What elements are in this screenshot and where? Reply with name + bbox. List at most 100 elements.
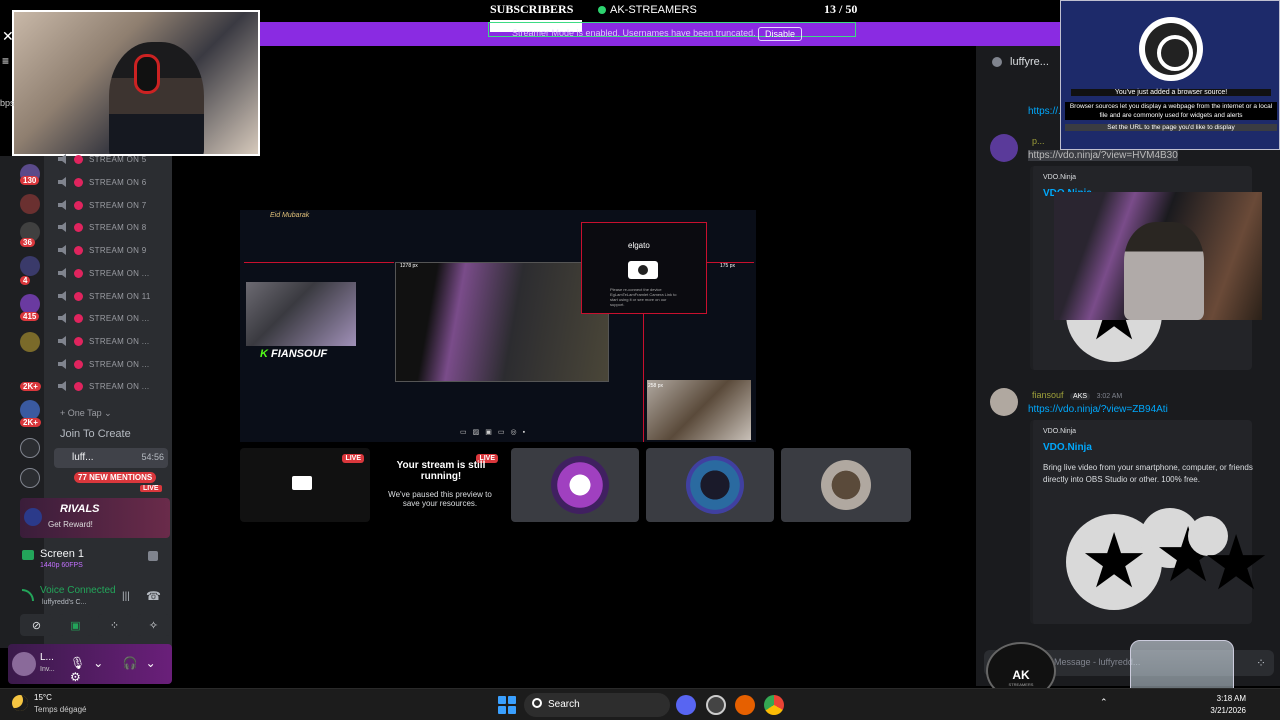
- embed-site: VDO.Ninja: [1043, 428, 1077, 435]
- voice-channel-name: luff...: [72, 452, 94, 463]
- elgato-desc: Please re-connect the device EgLamTeLamF…: [610, 287, 677, 307]
- bitrate-label: bps: [0, 98, 15, 108]
- close-icon[interactable]: ✕: [2, 28, 14, 45]
- preview-toolbar[interactable]: ▭▨▣▭◎▪: [460, 428, 531, 436]
- message-link[interactable]: https://vdo.ninja/?view=HVM4B30: [1028, 150, 1178, 161]
- channel-label: STREAM ON 5: [89, 154, 147, 164]
- voice-channel-item[interactable]: STREAM ON 6: [58, 173, 147, 191]
- popup-desc: Browser sources let you display a webpag…: [1065, 102, 1277, 120]
- channel-join-to-create[interactable]: Join To Create: [60, 428, 131, 440]
- webcam-source-c[interactable]: [647, 380, 751, 440]
- live-badge: LIVE: [140, 485, 162, 492]
- author-name[interactable]: p...: [1032, 136, 1045, 146]
- server-icon[interactable]: [20, 332, 40, 352]
- voice-channel-item[interactable]: STREAM ON ...: [58, 332, 149, 350]
- firefox-icon[interactable]: [735, 695, 755, 715]
- promo-reward: Get Reward!: [48, 520, 93, 529]
- discord-icon[interactable]: [676, 695, 696, 715]
- rivals-promo[interactable]: RIVALS Get Reward!: [20, 498, 170, 538]
- voice-channel-item[interactable]: STREAM ON 9: [58, 241, 147, 259]
- weather-widget[interactable]: 15°C Temps dégagé: [12, 693, 132, 717]
- screen-share-button[interactable]: ▣: [59, 614, 92, 636]
- clock-time: 3:18 AM: [1216, 694, 1246, 703]
- webcam-source-b[interactable]: [395, 262, 609, 382]
- embed-title[interactable]: VDO.Ninja: [1043, 442, 1092, 453]
- avatar: [821, 460, 871, 510]
- paused-preview-tile[interactable]: LIVE Your stream is still running! We've…: [376, 448, 504, 522]
- screen-share-quality: 1440p 60FPS: [40, 562, 83, 569]
- channel-status-icon: [598, 6, 606, 14]
- server-icon[interactable]: [20, 294, 40, 314]
- active-voice-channel[interactable]: luff... 54:56: [54, 448, 168, 468]
- discover-icon[interactable]: [20, 468, 40, 488]
- server-icon[interactable]: [20, 400, 40, 420]
- server-badge: 2K+: [20, 382, 41, 391]
- author-name[interactable]: fiansouf: [1032, 390, 1064, 400]
- participant-tile[interactable]: [511, 448, 639, 522]
- server-icon[interactable]: [20, 194, 40, 214]
- camera-off-icon[interactable]: ⊘: [20, 614, 53, 636]
- participant-tile[interactable]: [646, 448, 774, 522]
- soundboard-icon[interactable]: ✧: [137, 614, 170, 636]
- chat-user: luffyre...: [1010, 56, 1049, 68]
- voice-channel-item[interactable]: STREAM ON 11: [58, 287, 151, 305]
- disconnect-icon[interactable]: ☎: [146, 589, 161, 603]
- voice-channel-item[interactable]: STREAM ON ...: [58, 309, 149, 327]
- voice-channel-item[interactable]: STREAM ON 7: [58, 196, 147, 214]
- speaker-icon: [58, 336, 66, 346]
- voice-channel-item[interactable]: STREAM ON ...: [58, 377, 149, 395]
- voice-channel-item[interactable]: STREAM ON 8: [58, 218, 147, 236]
- avatar[interactable]: [12, 652, 36, 676]
- obs-icon[interactable]: [706, 695, 726, 715]
- noise-icon[interactable]: |||: [122, 591, 130, 602]
- live-dot-icon: [74, 381, 83, 391]
- start-icon[interactable]: [498, 696, 516, 714]
- speaker-icon: [58, 245, 66, 255]
- avatar[interactable]: [990, 134, 1018, 162]
- user-controls[interactable]: 🎙⌄ 🎧⌄ ⚙: [70, 656, 172, 684]
- channel-label: STREAM ON ...: [89, 359, 150, 369]
- elgato-source[interactable]: elgato Please re-connect the device EgLa…: [581, 222, 707, 314]
- elgato-brand: elgato: [628, 241, 650, 250]
- new-mentions-badge[interactable]: 77 NEW MENTIONS: [74, 472, 157, 483]
- user-name: L...: [40, 652, 54, 663]
- category-one-tap[interactable]: + One Tap ⌄: [60, 408, 112, 419]
- voice-channel-item[interactable]: STREAM ON ...: [58, 355, 149, 373]
- voice-channel-item[interactable]: STREAM ON ...: [58, 264, 149, 282]
- message-author: p...: [1032, 136, 1045, 146]
- stop-share-icon[interactable]: [148, 551, 158, 561]
- server-icon[interactable]: [20, 256, 40, 276]
- live-badge: LIVE: [342, 454, 364, 463]
- search-box[interactable]: Search: [524, 693, 670, 717]
- apps-icon[interactable]: ⁘: [1256, 656, 1266, 670]
- voice-channel[interactable]: luffyredd's C...: [42, 599, 86, 606]
- paused-desc: We've paused this preview to save your r…: [388, 490, 492, 508]
- activities-icon[interactable]: ⁘: [98, 614, 131, 636]
- disable-streamer-mode-button[interactable]: Disable: [758, 27, 803, 41]
- tray-overflow-icon[interactable]: ⌃: [1100, 697, 1108, 708]
- size-label: 175 px: [720, 263, 736, 269]
- logo-sub: STREAMERS: [1008, 682, 1034, 687]
- popup-title: You've just added a browser source!: [1071, 89, 1271, 96]
- live-dot-icon: [74, 200, 83, 210]
- webcam-source-a[interactable]: [246, 282, 356, 346]
- stream-tile[interactable]: LIVE: [240, 448, 370, 522]
- clock[interactable]: 3:18 AM 3/21/2026: [1206, 693, 1246, 717]
- participant-tile[interactable]: [781, 448, 911, 522]
- chrome-icon[interactable]: [764, 695, 784, 715]
- message-placeholder: Message - luffyredd...: [1054, 657, 1141, 667]
- voice-status: Voice Connected: [40, 585, 116, 596]
- live-dot-icon: [74, 313, 83, 323]
- menu-icon[interactable]: ≡: [2, 54, 9, 68]
- kick-logo: K: [260, 348, 268, 360]
- message-link[interactable]: https://vdo.ninja/?view=ZB94Ati: [1028, 404, 1168, 415]
- avatar[interactable]: [990, 388, 1018, 416]
- webcam-overlay-right: [1054, 192, 1262, 320]
- channel-label: STREAM ON ...: [89, 336, 150, 346]
- clock-date: 3/21/2026: [1210, 706, 1246, 715]
- add-server-icon[interactable]: [20, 438, 40, 458]
- monitor-icon: [292, 476, 312, 490]
- guide-line: [643, 314, 644, 442]
- channel-label: STREAM ON 6: [89, 177, 147, 187]
- voice-channel-item[interactable]: STREAM ON 5: [58, 150, 147, 168]
